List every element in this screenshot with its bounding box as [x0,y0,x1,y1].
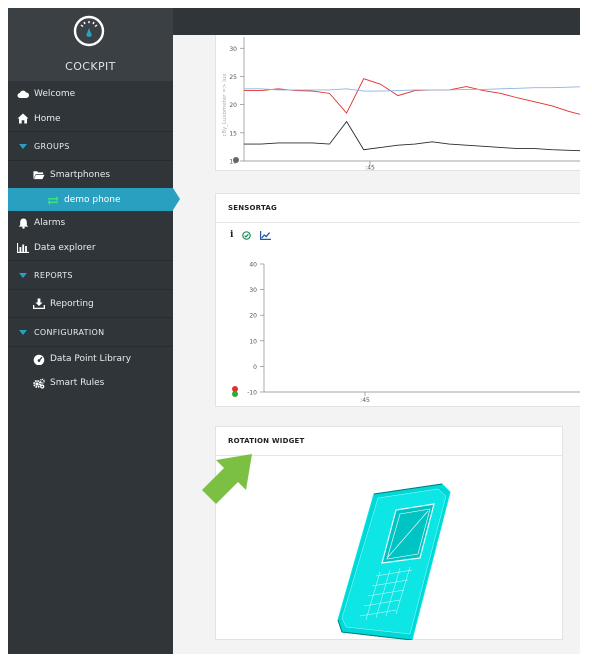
nav-label: Data Point Library [50,354,132,364]
nav-label: Welcome [34,88,76,99]
folder-open-icon [33,169,45,181]
lux-chart-widget: 10 15 20 25 30 c8y_Luxometer => lux:45 [215,35,580,171]
y-tick-label: 30 [249,287,257,294]
brand-title: COCKPIT [65,60,116,73]
bar-chart-icon [17,242,29,254]
widget-header: ROTATION WIDGET [216,427,562,456]
nav-section-reports[interactable]: REPORTS [8,260,173,290]
arrow-pointer-icon [202,454,252,504]
y-tick-label: 20 [229,102,237,109]
nav-item-welcome[interactable]: Welcome [8,81,173,106]
nav-menu: Welcome Home GROUPS Smartphones demo pho… [8,81,180,395]
section-label: REPORTS [34,270,73,280]
widget-title: ROTATION WIDGET [228,437,305,445]
nav-label: Smart Rules [50,378,105,388]
sensortag-widget: SENSORTAG i -10 0 10 20 30 40:45 [215,193,580,407]
series-line [244,78,580,115]
nav-item-reporting[interactable]: Reporting [8,290,173,317]
x-tick-label: :45 [365,165,375,171]
nav-item-data-point-library[interactable]: Data Point Library [8,347,173,371]
nav-item-smartphones[interactable]: Smartphones [8,161,173,188]
exchange-icon [47,194,59,206]
gauge-logo-icon [73,15,105,47]
nav-section-groups[interactable]: GROUPS [8,131,173,161]
home-icon [17,113,29,125]
nav-label: Alarms [34,218,66,228]
nav-label: Smartphones [50,169,111,180]
y-tick-label: 0 [253,364,257,371]
download-icon [33,298,45,310]
lux-line-chart: 1015202530c8y_Luxometer => lux:45 [222,37,580,171]
y-axis-label: c8y_Luxometer => lux [222,73,228,137]
caret-down-icon [17,140,29,152]
app-frame: COCKPIT Welcome Home GROUPS Smartphones … [8,8,580,654]
nav-item-home[interactable]: Home [8,106,173,131]
y-tick-label: 40 [249,262,257,269]
nav-item-alarms[interactable]: Alarms [8,211,173,235]
nav-label: demo phone [64,194,121,205]
series-line [244,120,580,152]
cloud-icon [17,88,29,100]
nav-label: Data explorer [34,242,96,253]
nav-section-configuration[interactable]: CONFIGURATION [8,317,173,347]
nav-label: Reporting [50,298,94,309]
y-tick-label: -10 [247,390,257,397]
brand[interactable]: COCKPIT [8,8,173,81]
dashboard-icon [33,353,45,365]
phone-3d-model[interactable] [330,480,458,640]
sidebar: COCKPIT Welcome Home GROUPS Smartphones … [8,8,180,654]
section-label: CONFIGURATION [34,327,105,337]
sensortag-chart: -10 0 10 20 30 40 :45 [232,262,580,404]
x-tick-label: :45 [360,397,370,404]
y-tick-label: 10 [249,338,257,345]
nav-item-data-explorer[interactable]: Data explorer [8,235,173,260]
nav-label: Home [34,113,61,124]
y-tick-label: 30 [229,46,237,53]
cogs-icon [33,377,45,389]
nav-item-smart-rules[interactable]: Smart Rules [8,371,173,395]
caret-down-icon [17,269,29,281]
y-tick-label: 15 [229,130,237,137]
top-bar [173,8,580,35]
legend-dot-icon [233,157,239,163]
bell-icon [17,217,29,229]
legend-dot-green-icon [232,391,238,397]
nav-item-demo-phone[interactable]: demo phone [8,188,180,211]
caret-down-icon [17,326,29,338]
section-label: GROUPS [34,141,70,151]
y-tick-label: 20 [249,313,257,320]
y-tick-label: 25 [229,74,237,81]
